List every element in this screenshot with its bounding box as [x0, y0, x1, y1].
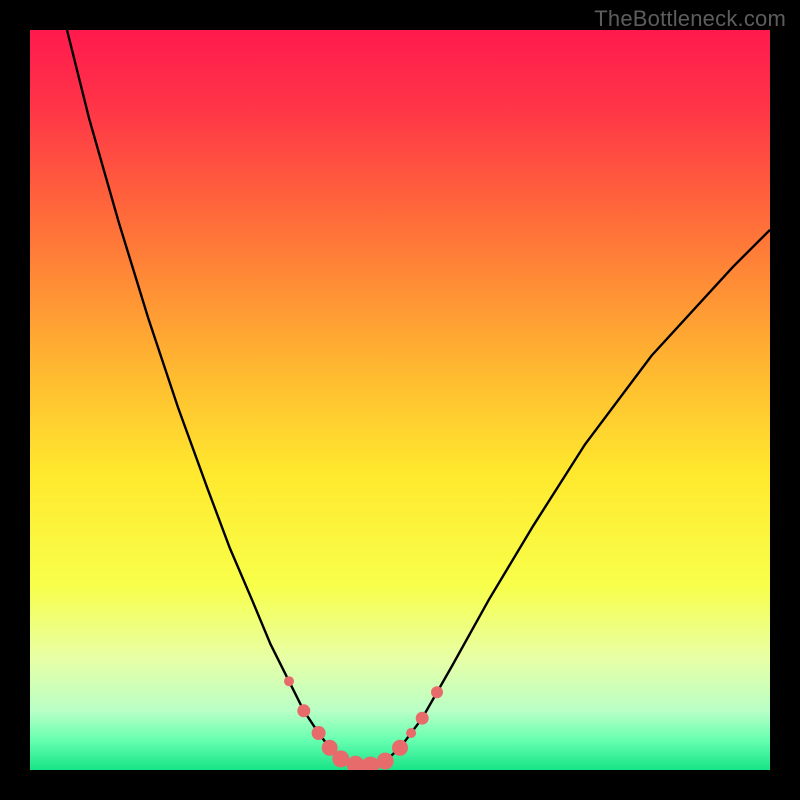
plot-area — [30, 30, 770, 770]
dip-marker — [312, 726, 326, 740]
chart-svg — [30, 30, 770, 770]
dip-marker — [377, 753, 394, 770]
dip-marker — [431, 686, 443, 698]
dip-marker — [392, 740, 408, 756]
dip-marker — [406, 728, 416, 738]
dip-marker — [416, 712, 429, 725]
dip-marker — [284, 676, 294, 686]
gradient-background — [30, 30, 770, 770]
watermark-label: TheBottleneck.com — [594, 6, 786, 32]
chart-frame: TheBottleneck.com — [0, 0, 800, 800]
dip-marker — [297, 704, 310, 717]
